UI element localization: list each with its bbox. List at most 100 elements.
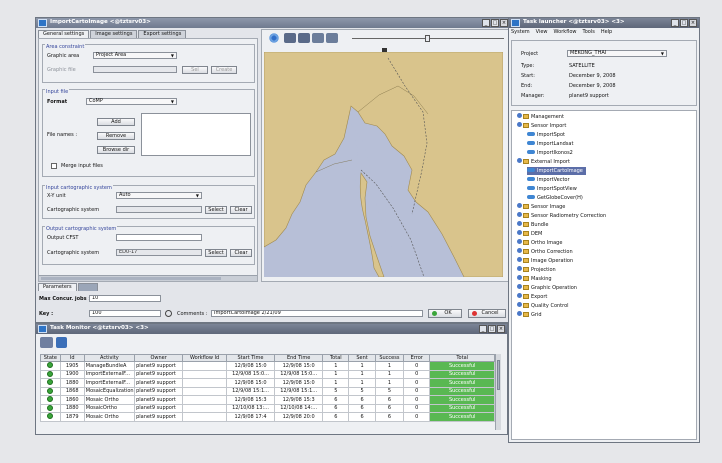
tree-item[interactable]: Sensor Radiometry Correction xyxy=(517,212,606,220)
format-select[interactable]: CoMP xyxy=(86,98,177,105)
tree-expander-icon[interactable] xyxy=(517,113,522,118)
col-id[interactable]: Id xyxy=(59,354,85,362)
close-button[interactable]: × xyxy=(497,325,505,333)
tree-item[interactable]: ImportVector xyxy=(527,176,570,184)
zoom-in-icon[interactable] xyxy=(284,33,296,43)
settings-hscrollbar[interactable] xyxy=(39,275,257,281)
graphic-area-select[interactable]: Project Area xyxy=(93,52,177,59)
minimize-button[interactable]: _ xyxy=(482,19,490,27)
import-window-titlebar[interactable]: ImportCartoImage <@tztsrv03> _ □ × xyxy=(36,18,510,28)
cancel-button[interactable]: Cancel xyxy=(468,309,506,318)
ok-button[interactable]: OK xyxy=(428,309,462,318)
tree-expander-icon[interactable] xyxy=(517,293,522,298)
output-field[interactable] xyxy=(116,234,202,241)
file-list[interactable] xyxy=(141,113,251,156)
tab-general-settings[interactable]: General settings xyxy=(38,30,90,38)
tree-expander-icon[interactable] xyxy=(517,221,522,226)
tree-item[interactable]: Bundle xyxy=(517,221,548,229)
task-launcher-titlebar[interactable]: Task launcher <@tztsrv03> <3> _ □ × xyxy=(509,18,699,28)
tree-expander-icon[interactable] xyxy=(517,230,522,235)
map-view[interactable] xyxy=(264,52,503,277)
tree-expander-icon[interactable] xyxy=(517,257,522,262)
tree-item[interactable]: GetGlobeCover(H) xyxy=(527,194,583,202)
output-cs-clear-button[interactable]: Clear xyxy=(230,249,252,257)
tab-image-settings[interactable]: Image settings xyxy=(90,30,138,38)
graphic-file-select-button[interactable]: Sel xyxy=(182,66,208,74)
col-sent[interactable]: Sent xyxy=(348,354,376,362)
maximize-button[interactable]: □ xyxy=(488,325,496,333)
zoom-out-icon[interactable] xyxy=(298,33,310,43)
remove-file-button[interactable]: Remove xyxy=(97,132,135,140)
output-cs-select-button[interactable]: Select xyxy=(205,249,227,257)
maximize-button[interactable]: □ xyxy=(680,19,688,27)
workflow-tree[interactable]: Management Sensor Import ImportSpot ImportL… xyxy=(511,110,697,440)
menu-workflow[interactable]: Workflow xyxy=(554,29,577,35)
tree-expander-icon[interactable] xyxy=(517,311,522,316)
col-workflow-id[interactable]: Workflow Id xyxy=(182,354,227,362)
close-button[interactable]: × xyxy=(689,19,697,27)
tree-item[interactable]: Projection xyxy=(517,266,556,274)
tree-item[interactable]: Export xyxy=(517,293,547,301)
merge-input-checkbox[interactable] xyxy=(51,163,57,169)
task-table-scrollbar[interactable] xyxy=(495,354,501,430)
table-row[interactable]: 1868 MosaicEqualization planet9 support 12/… xyxy=(40,386,495,396)
zoom-extent-icon[interactable] xyxy=(312,33,324,43)
col-owner[interactable]: Owner xyxy=(134,354,184,362)
menu-help[interactable]: Help xyxy=(601,29,612,35)
graphic-file-create-button[interactable]: Create xyxy=(211,66,237,74)
tree-expander-icon[interactable] xyxy=(517,203,522,208)
tree-item[interactable]: Image Operation xyxy=(517,257,573,265)
tree-item[interactable]: ImportIkonos2 xyxy=(527,149,573,157)
col-error[interactable]: Error xyxy=(403,354,431,362)
graphic-file-input[interactable] xyxy=(93,66,177,73)
minimize-button[interactable]: _ xyxy=(671,19,679,27)
col-start-time[interactable]: Start Time xyxy=(225,354,276,362)
tree-item[interactable]: ImportCartoImage xyxy=(527,167,586,175)
comments-input[interactable]: ImportCartoImage 2/21/09 xyxy=(211,310,423,317)
table-row[interactable]: 1905 ManageBundleA planet9 support 12/9/08 … xyxy=(40,361,495,371)
table-row[interactable]: 1880 ImportExternalF... planet9 support 12/… xyxy=(40,378,495,388)
tree-expander-icon[interactable] xyxy=(517,266,522,271)
col-total[interactable]: Total xyxy=(322,354,350,362)
input-cs-clear-button[interactable]: Clear xyxy=(230,206,252,214)
tree-expander-icon[interactable] xyxy=(517,212,522,217)
output-cs-field[interactable]: ED0-17 xyxy=(116,249,202,256)
tree-item[interactable]: External Import xyxy=(517,158,570,166)
tree-expander-icon[interactable] xyxy=(517,158,522,163)
tree-item[interactable]: Grid xyxy=(517,311,542,319)
task-monitor-titlebar[interactable]: Task Monitor <@tztsrv03> <3> _ □ × xyxy=(36,324,507,334)
menu-tools[interactable]: Tools xyxy=(583,29,595,35)
input-cs-field[interactable] xyxy=(116,206,202,213)
table-row[interactable]: 1880 MosaicOrtho planet9 support 12/10/08 1… xyxy=(40,403,495,413)
menu-system[interactable]: System xyxy=(511,29,530,35)
key-input[interactable]: 100 xyxy=(89,310,161,317)
tree-item[interactable]: Graphic Operation xyxy=(517,284,577,292)
table-row[interactable]: 1879 Mosaic Ortho planet9 support 12/9/08 1… xyxy=(40,412,495,422)
max-jobs-input[interactable]: 10 xyxy=(89,295,161,302)
tree-item[interactable]: Management xyxy=(517,113,564,121)
col-end-time[interactable]: End Time xyxy=(274,354,324,362)
tree-item[interactable]: Sensor Import xyxy=(517,122,566,130)
browse-dir-button[interactable]: Browse dir xyxy=(97,146,135,154)
input-cs-select-button[interactable]: Select xyxy=(205,206,227,214)
tree-item[interactable]: Sensor Image xyxy=(517,203,565,211)
col-activity[interactable]: Activity xyxy=(83,354,136,362)
project-select[interactable]: MEKONG_THAI xyxy=(567,50,667,57)
maximize-button[interactable]: □ xyxy=(491,19,499,27)
zoom-slider-thumb[interactable] xyxy=(425,35,430,42)
col-total-status[interactable]: Total xyxy=(429,354,495,362)
pan-icon[interactable] xyxy=(268,33,280,43)
tree-expander-icon[interactable] xyxy=(517,248,522,253)
users-icon[interactable] xyxy=(40,337,53,348)
tab-parameters[interactable]: Parameters xyxy=(38,283,77,291)
minimize-button[interactable]: _ xyxy=(479,325,487,333)
col-state[interactable]: State xyxy=(40,354,61,362)
tree-expander-icon[interactable] xyxy=(517,284,522,289)
tree-item[interactable]: ImportLandsat xyxy=(527,140,573,148)
tree-item[interactable]: Ortho Correction xyxy=(517,248,573,256)
col-success[interactable]: Success xyxy=(374,354,405,362)
xy-unit-select[interactable]: Auto xyxy=(116,192,202,199)
table-row[interactable]: 1860 Mosaic Ortho planet9 support 12/9/08 1… xyxy=(40,395,495,405)
search-icon[interactable] xyxy=(165,310,172,317)
menu-view[interactable]: View xyxy=(536,29,548,35)
